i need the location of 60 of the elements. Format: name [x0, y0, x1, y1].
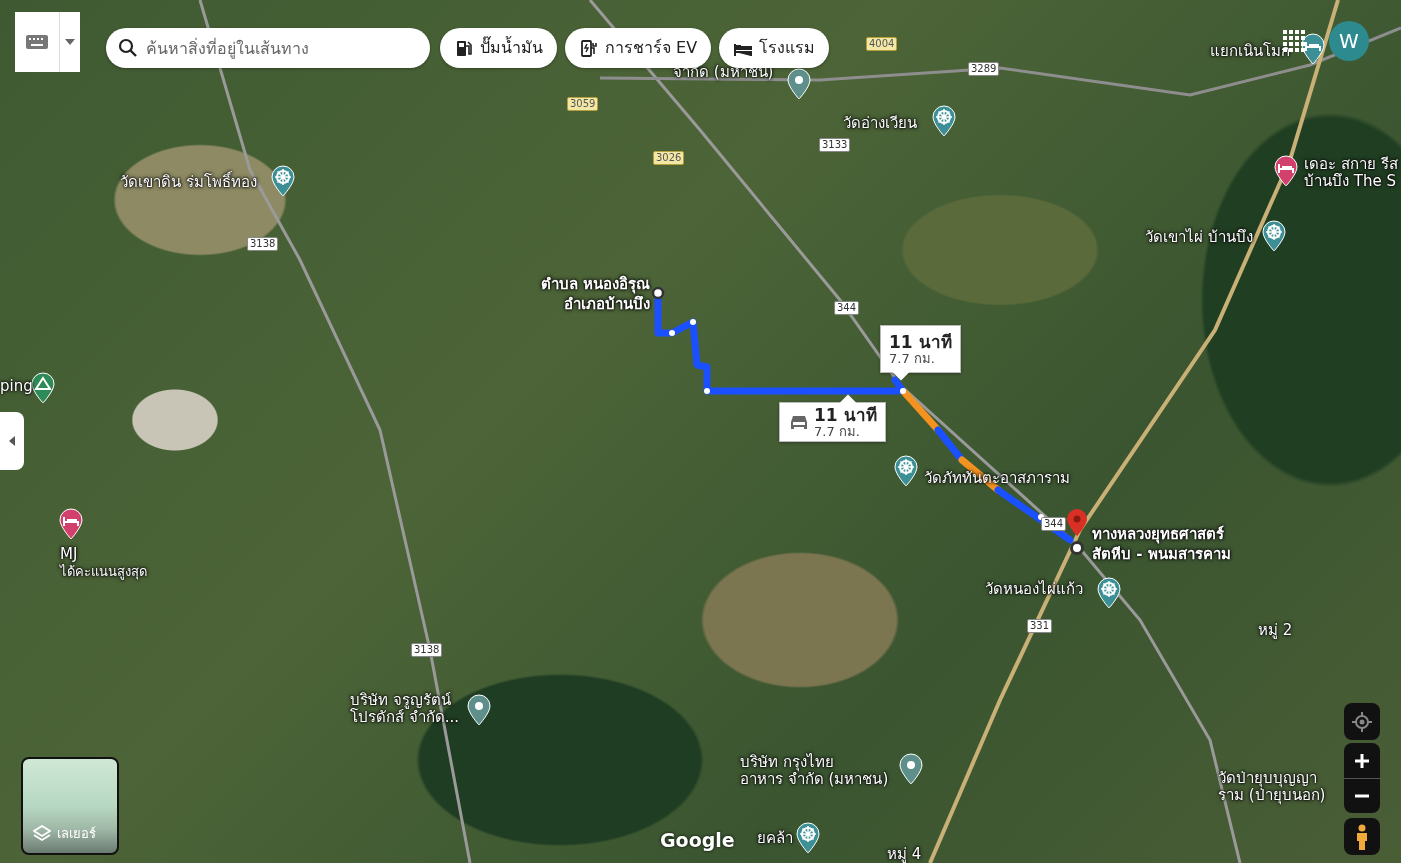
search-field[interactable]: ค้นหาสิ่งที่อยู่ในเส้นทาง	[106, 28, 430, 68]
temple-pin-icon[interactable]	[795, 822, 821, 854]
filter-chip[interactable]: ปั๊มน้ำมัน	[440, 28, 557, 68]
road-number: 3289	[968, 62, 1000, 76]
bed-pin-icon[interactable]	[1273, 155, 1299, 187]
minus-icon	[1355, 794, 1369, 798]
place-label[interactable]: แยกเนินโมก	[1210, 43, 1290, 60]
road-number: 3059	[567, 97, 599, 111]
charging-station-icon	[579, 38, 599, 58]
place-label[interactable]: เดอะ สกาย รีส บ้านบึง The S	[1304, 156, 1398, 190]
temple-pin-icon[interactable]	[931, 105, 957, 137]
plus-icon	[1355, 753, 1369, 768]
road-number: 344	[834, 301, 860, 315]
road-number: 4004	[866, 37, 898, 51]
tent-pin-icon[interactable]	[30, 372, 56, 404]
keyboard-icon	[25, 34, 49, 50]
account-avatar[interactable]: W	[1329, 21, 1369, 61]
origin-label: ตำบล หนองอิรุณ อำเภอบ้านบึง	[539, 274, 650, 314]
place-label[interactable]: วัดเขาไผ่ บ้านบึง	[1145, 229, 1253, 246]
road-number: 3026	[653, 151, 685, 165]
filter-chip[interactable]: โรงแรม	[719, 28, 830, 68]
road-number: 3138	[247, 237, 279, 251]
road-number: 344	[1041, 517, 1067, 531]
street-view-button[interactable]	[1344, 818, 1380, 855]
my-location-button[interactable]	[1344, 703, 1380, 740]
filter-chip[interactable]: การชาร์จ EV	[565, 28, 712, 68]
dropdown-button[interactable]	[59, 12, 80, 72]
map-pin-icon[interactable]	[898, 753, 924, 785]
caret-icon	[65, 39, 75, 45]
road-number: 3138	[411, 643, 443, 657]
collapse-panel-button[interactable]	[0, 412, 24, 470]
destination-label: ทางหลวงยุทธศาสตร์ สัตหีบ - พนมสารคาม	[1092, 524, 1231, 564]
bed-pin-icon[interactable]	[58, 508, 84, 540]
map-pin-icon[interactable]	[466, 694, 492, 726]
map-pin-icon[interactable]	[786, 68, 812, 100]
person-icon	[1355, 823, 1369, 850]
layers-icon	[33, 825, 51, 843]
place-label[interactable]: วัดอ่างเวียน	[843, 115, 917, 132]
place-label[interactable]: บริษัท จรูญรัตน์ โปรดักส์ จำกัด...	[350, 692, 460, 726]
place-label[interactable]: วัดป่ายุบบุญญา ราม (ป่ายุบนอก)	[1218, 770, 1326, 804]
place-label[interactable]: บริษัท กรุงไทย อาหาร จำกัด (มหาชน)	[740, 754, 889, 788]
temple-pin-icon[interactable]	[270, 165, 296, 197]
destination-pin-icon	[1064, 508, 1090, 556]
place-label[interactable]: หมู่ 4	[887, 846, 922, 863]
place-label[interactable]: ping	[0, 378, 33, 395]
location-target-icon	[1351, 710, 1373, 733]
fuel-pump-icon	[454, 38, 474, 58]
bed-pin-icon[interactable]	[1300, 33, 1326, 65]
place-label[interactable]: MJ ได้คะแนนสูงสุด	[60, 546, 147, 580]
temple-pin-icon[interactable]	[1261, 220, 1287, 252]
temple-pin-icon[interactable]	[1096, 577, 1122, 609]
place-label[interactable]: หมู่ 2	[1258, 622, 1293, 639]
search-icon	[118, 38, 138, 58]
caret-icon	[9, 436, 15, 446]
origin-marker-icon	[651, 286, 665, 300]
road-number: 331	[1027, 619, 1053, 633]
temple-pin-icon[interactable]	[893, 455, 919, 487]
place-label[interactable]: ยคล้า	[757, 830, 793, 847]
map-logo: Google	[660, 828, 735, 853]
road-number: 3133	[819, 138, 851, 152]
